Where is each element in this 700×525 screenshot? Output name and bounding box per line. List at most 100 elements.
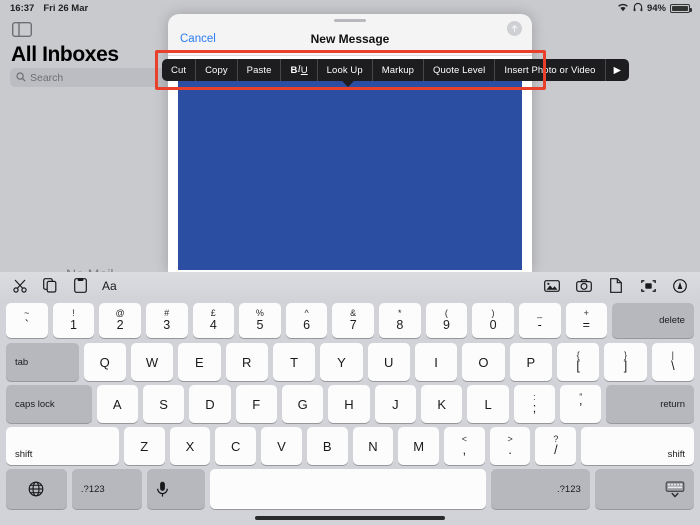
key-h[interactable]: H xyxy=(328,385,370,423)
key-z[interactable]: Z xyxy=(123,427,165,465)
key-9[interactable]: (9 xyxy=(425,303,468,338)
key-0[interactable]: ) 0 xyxy=(472,303,514,338)
key-l[interactable]: L xyxy=(467,385,509,423)
key-f[interactable]: F xyxy=(235,385,277,423)
key-hyphen[interactable]: _ - xyxy=(518,303,561,338)
search-input[interactable]: Search xyxy=(10,68,170,87)
key-c[interactable]: C xyxy=(215,427,257,465)
key-3-labels: #3 xyxy=(163,309,170,331)
paste-icon[interactable] xyxy=(72,278,88,294)
key-p[interactable]: P xyxy=(509,343,552,381)
key-period[interactable]: >. xyxy=(489,427,531,465)
key-w[interactable]: W xyxy=(130,343,174,381)
key-u[interactable]: U xyxy=(367,343,410,381)
key-4[interactable]: £4 xyxy=(192,303,235,338)
key-return[interactable]: return xyxy=(606,385,695,423)
sidebar-toggle-icon[interactable] xyxy=(11,21,33,38)
cut-scissors-icon[interactable] xyxy=(12,278,28,294)
key-6-labels: ^ 6 xyxy=(303,309,310,331)
menu-item-next-page[interactable]: ▶ xyxy=(606,59,629,81)
key-j[interactable]: J xyxy=(374,385,417,423)
copy-icon[interactable] xyxy=(42,278,58,294)
key-n[interactable]: N xyxy=(352,427,394,465)
selected-image-attachment[interactable] xyxy=(178,70,522,270)
home-indicator[interactable] xyxy=(255,516,445,520)
compose-navigation-bar: Cancel New Message xyxy=(168,25,532,53)
key-bracket-right[interactable]: }] xyxy=(604,343,647,381)
key-y[interactable]: Y xyxy=(320,343,363,381)
key-hyphen-base-label: - xyxy=(537,317,542,332)
key-m[interactable]: M xyxy=(398,427,439,465)
key-dismiss-keyboard[interactable] xyxy=(594,469,694,509)
key-9-labels: (9 xyxy=(443,309,450,331)
key-shift-right-label: shift xyxy=(667,449,686,460)
key-period-labels: >. xyxy=(507,434,512,457)
key-h-label: H xyxy=(344,396,354,412)
key-6-base-label: 6 xyxy=(303,317,311,332)
key-1[interactable]: ! 1 xyxy=(52,303,95,338)
key-2[interactable]: @2 xyxy=(99,303,141,338)
key-dictation[interactable] xyxy=(146,469,206,509)
key-r[interactable]: R xyxy=(225,343,268,381)
key-d[interactable]: D xyxy=(189,385,231,423)
key-w-label: W xyxy=(145,354,159,370)
key-t-label: T xyxy=(290,354,299,370)
key-v[interactable]: V xyxy=(261,427,302,465)
key-8[interactable]: * 8 xyxy=(379,303,421,338)
key-e[interactable]: E xyxy=(178,343,221,381)
keyboard-row-shift: shift Z X C V B N M <, >. ? / shift xyxy=(0,427,700,465)
key-equals[interactable]: + = xyxy=(565,303,608,338)
key-tab[interactable]: tab xyxy=(6,343,79,381)
keyboard-row-numbers: ~ ` ! 1 @2 #3 £4 % 5 ^ 6 & 7 * 8 (9 ) 0 _ - + = delete xyxy=(0,303,700,338)
key-3[interactable]: #3 xyxy=(145,303,188,338)
keyboard-row-home: caps lock A S D F G H J K L:; ”’ return xyxy=(0,385,700,423)
key-t[interactable]: T xyxy=(272,343,316,381)
key-6[interactable]: ^ 6 xyxy=(285,303,328,338)
scan-document-icon[interactable] xyxy=(640,278,656,294)
photo-library-icon[interactable] xyxy=(544,278,560,294)
markup-pen-icon[interactable] xyxy=(672,278,688,294)
key-comma[interactable]: <, xyxy=(444,427,485,465)
document-icon[interactable] xyxy=(608,278,624,294)
key-9-base-label: 9 xyxy=(442,317,450,332)
key-q[interactable]: Q xyxy=(83,343,126,381)
key-g[interactable]: G xyxy=(281,385,324,423)
key-shift-left[interactable]: shift xyxy=(6,427,119,465)
key-delete[interactable]: delete xyxy=(612,303,694,338)
key-bracket-left[interactable]: {[ xyxy=(556,343,600,381)
key-semicolon[interactable]: :; xyxy=(513,385,556,423)
send-button[interactable] xyxy=(507,21,522,36)
globe-icon xyxy=(28,481,44,497)
key-b[interactable]: B xyxy=(306,427,348,465)
key-backslash[interactable]: | \ xyxy=(651,343,694,381)
key-o[interactable]: O xyxy=(462,343,505,381)
key-g-label: G xyxy=(297,396,308,412)
key-space[interactable] xyxy=(210,469,486,509)
key-numeric-right[interactable]: .?123 xyxy=(490,469,590,509)
key-slash[interactable]: ? / xyxy=(535,427,577,465)
camera-icon[interactable] xyxy=(576,278,592,294)
format-text-icon[interactable]: Aa xyxy=(102,279,117,293)
key-globe[interactable] xyxy=(6,469,67,509)
key-caps-lock-label: caps lock xyxy=(15,398,55,410)
key-o-label: O xyxy=(478,354,489,370)
key-n-label: N xyxy=(368,438,378,454)
key-caps-lock[interactable]: caps lock xyxy=(6,385,92,423)
key-x[interactable]: X xyxy=(169,427,211,465)
key-quote[interactable]: ”’ xyxy=(560,385,602,423)
sheet-grabber[interactable] xyxy=(334,19,366,22)
key-s-label: S xyxy=(159,396,168,412)
key-numeric-left-label: .?123 xyxy=(80,483,105,495)
key-shift-right[interactable]: shift xyxy=(581,427,695,465)
key-k[interactable]: K xyxy=(421,385,463,423)
key-i[interactable]: I xyxy=(414,343,458,381)
key-slash-base-label: / xyxy=(554,443,558,458)
key-tab-label: tab xyxy=(15,356,29,368)
key-numeric-left[interactable]: .?123 xyxy=(71,469,142,509)
key-s[interactable]: S xyxy=(142,385,185,423)
search-placeholder: Search xyxy=(30,71,64,84)
key-5[interactable]: % 5 xyxy=(239,303,281,338)
key-backtick[interactable]: ~ ` xyxy=(6,303,48,338)
key-7[interactable]: & 7 xyxy=(332,303,374,338)
key-a[interactable]: A xyxy=(96,385,138,423)
